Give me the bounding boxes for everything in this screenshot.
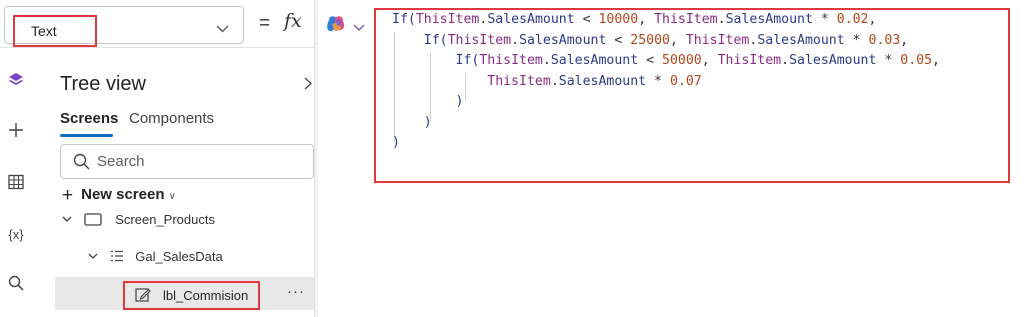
formula-token: SalesAmount <box>519 32 607 48</box>
formula-token: ThisItem <box>717 53 782 68</box>
chevron-down-icon <box>216 20 229 38</box>
gallery-name: Gal_SalesData <box>135 249 223 264</box>
layers-icon[interactable] <box>4 68 28 92</box>
formula-token: If( <box>392 12 416 27</box>
formula-line: ) <box>392 113 940 134</box>
formula-token: 10000 <box>598 12 639 27</box>
formula-token: < <box>606 32 631 48</box>
formula-token: ThisItem <box>479 53 543 68</box>
tree-item-screen[interactable]: Screen_Products <box>62 212 215 227</box>
formula-token: < <box>638 53 663 68</box>
formula-token: * <box>876 53 901 68</box>
formula-token <box>392 33 424 48</box>
formula-token: ) <box>423 114 432 130</box>
formula-line: If(ThisItem.SalesAmount < 10000, ThisIte… <box>392 10 940 31</box>
formula-token: 25000 <box>630 32 670 48</box>
chevron-down-icon <box>88 253 98 259</box>
tab-components[interactable]: Components <box>129 110 214 127</box>
formula-token: * <box>844 32 869 48</box>
formula-token <box>392 94 456 109</box>
fx-icon[interactable]: fx <box>284 10 302 32</box>
formula-token: SalesAmount <box>725 12 813 27</box>
formula-line: ) <box>392 92 940 113</box>
tab-screens[interactable]: Screens <box>60 110 118 127</box>
tree-search-input[interactable]: Search <box>60 144 314 179</box>
formula-token: . <box>550 73 559 89</box>
property-dropdown[interactable]: Text <box>4 6 244 47</box>
formula-token: < <box>574 12 599 27</box>
edit-icon <box>135 287 151 308</box>
formula-token: * <box>646 73 670 89</box>
search-icon[interactable] <box>4 271 28 295</box>
formula-token: SalesAmount <box>757 32 845 48</box>
formula-token: , <box>638 12 655 27</box>
formula-token: 0.05 <box>900 53 933 68</box>
chevron-right-icon[interactable] <box>304 77 312 95</box>
new-screen-button[interactable]: + New screen ∨ <box>62 185 176 207</box>
table-icon[interactable] <box>4 170 28 194</box>
formula-token: 0.07 <box>669 73 702 89</box>
property-value: Text <box>13 15 97 47</box>
search-icon <box>73 153 90 175</box>
formula-token: 0.03 <box>868 32 901 48</box>
equals-sign: = <box>259 13 271 34</box>
formula-token: SalesAmount <box>550 53 639 68</box>
formula-token: 0.02 <box>836 12 869 27</box>
formula-token: ThisItem <box>487 73 551 89</box>
formula-token: , <box>669 32 686 48</box>
formula-token: 50000 <box>662 53 702 68</box>
formula-token: * <box>812 12 837 27</box>
fx-label: fx <box>284 10 302 32</box>
formula-token <box>392 115 424 130</box>
formula-token: If( <box>455 53 480 68</box>
formula-code: If(ThisItem.SalesAmount < 10000, ThisIte… <box>392 10 940 154</box>
divider <box>0 47 318 48</box>
panel-splitter[interactable] <box>314 0 318 317</box>
formula-token: ) <box>392 135 400 150</box>
chevron-down-icon[interactable] <box>353 19 365 37</box>
formula-token: ThisItem <box>654 12 718 27</box>
formula-token: SalesAmount <box>487 12 575 27</box>
formula-editor[interactable]: If(ThisItem.SalesAmount < 10000, ThisIte… <box>374 8 1010 183</box>
formula-token: , <box>900 32 909 48</box>
tree-item-label-control[interactable]: lbl_Commision <box>123 281 260 310</box>
formula-token: . <box>717 12 726 27</box>
formula-token: ThisItem <box>447 32 512 48</box>
plus-icon: + <box>62 185 74 206</box>
more-options-icon[interactable]: ··· <box>287 283 305 300</box>
formula-token: SalesAmount <box>789 53 877 68</box>
formula-token: ThisItem <box>685 32 750 48</box>
control-name: lbl_Commision <box>163 288 249 303</box>
new-screen-label: New screen <box>81 186 165 203</box>
chevron-down-icon: ∨ <box>168 191 176 202</box>
search-placeholder: Search <box>97 153 145 170</box>
formula-token: . <box>542 53 551 68</box>
formula-token: . <box>511 32 520 48</box>
formula-token: , <box>701 53 718 68</box>
variables-icon[interactable]: {x} <box>4 222 28 246</box>
formula-line: ) <box>392 133 940 154</box>
tree-view-title: Tree view <box>60 73 146 95</box>
formula-token: ThisItem <box>415 12 480 27</box>
formula-token: , <box>932 53 940 68</box>
plus-icon[interactable] <box>4 118 28 142</box>
active-tab-indicator <box>60 134 113 137</box>
formula-token: ) <box>455 94 464 109</box>
copilot-icon[interactable] <box>326 14 346 39</box>
gallery-icon <box>110 250 123 262</box>
formula-token: SalesAmount <box>558 73 647 89</box>
formula-token <box>392 53 456 68</box>
screen-icon <box>83 213 102 226</box>
formula-line: If(ThisItem.SalesAmount < 50000, ThisIte… <box>392 51 940 72</box>
formula-line: If(ThisItem.SalesAmount < 25000, ThisIte… <box>392 31 940 52</box>
chevron-down-icon <box>62 216 72 222</box>
formula-token: , <box>868 12 877 27</box>
screen-name: Screen_Products <box>115 212 215 227</box>
formula-line: ThisItem.SalesAmount * 0.07 <box>392 72 940 93</box>
tree-item-gallery[interactable]: Gal_SalesData <box>88 249 223 264</box>
formula-token: . <box>781 53 790 68</box>
formula-token <box>392 74 487 89</box>
formula-token: If( <box>423 32 448 48</box>
